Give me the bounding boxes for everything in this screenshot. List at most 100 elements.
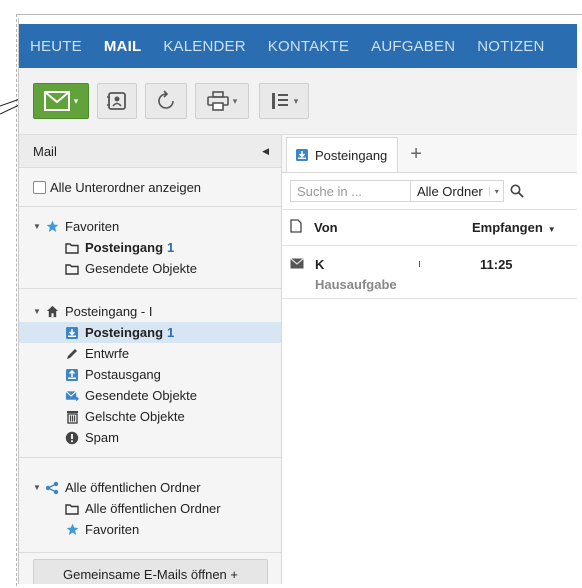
favorites-label: Favoriten <box>65 219 120 234</box>
favorite-inbox[interactable]: Posteingang 1 <box>19 237 281 258</box>
column-received-label: Empfangen <box>472 220 543 235</box>
show-subfolders-row[interactable]: Alle Unterordner anzeigen <box>19 168 281 207</box>
public-folders-label: Alle öffentlichen Ordner <box>65 480 201 495</box>
home-icon <box>45 305 59 319</box>
tab-bar: Posteingang + <box>282 135 577 173</box>
favorite-inbox-label: Posteingang <box>85 240 164 255</box>
column-from[interactable]: Von <box>314 220 472 235</box>
inbox-icon <box>65 326 79 340</box>
outbox-icon <box>65 368 79 382</box>
address-book-icon <box>107 92 126 110</box>
mailbox-section: ▼ Posteingang - I Posteingang 1 Entwrfe <box>19 289 281 458</box>
sent-mail-icon <box>65 389 79 403</box>
expand-triangle-icon[interactable]: ▼ <box>33 307 45 316</box>
nav-aufgaben[interactable]: AUFGABEN <box>360 38 466 55</box>
message-sender: K <box>315 257 325 272</box>
folder-inbox-count: 1 <box>167 325 175 340</box>
folder-spam-label: Spam <box>85 430 119 445</box>
nav-kontakte[interactable]: KONTAKTE <box>257 38 360 55</box>
folder-sent[interactable]: Gesendete Objekte <box>19 385 281 406</box>
public-favorites-label: Favoriten <box>85 522 140 537</box>
message-list-header: Von Empfangen ▼ <box>282 210 577 246</box>
expand-triangle-icon[interactable]: ▼ <box>33 222 45 231</box>
message-time: 11:25 <box>480 257 513 272</box>
message-sender-separator: ı <box>418 258 422 270</box>
top-navigation: HEUTE MAIL KALENDER KONTAKTE AUFGABEN NO… <box>19 24 577 68</box>
toolbar: ▾ ▾ ▾ <box>19 68 577 135</box>
folder-inbox[interactable]: Posteingang 1 <box>19 322 281 343</box>
refresh-button[interactable] <box>145 83 187 119</box>
public-folders-toggle[interactable]: ▼ Alle öffentlichen Ordner <box>19 477 281 498</box>
message-subject: Hausaufgabe <box>315 277 397 292</box>
folder-drafts[interactable]: Entwrfe <box>19 343 281 364</box>
mailbox-label: Posteingang - I <box>65 304 153 319</box>
search-icon[interactable] <box>510 184 524 198</box>
column-received[interactable]: Empfangen ▼ <box>472 220 556 235</box>
sidebar-header: Mail ◀ <box>19 135 281 168</box>
view-layout-dropdown-icon[interactable]: ▾ <box>294 96 299 107</box>
address-book-button[interactable] <box>97 83 137 119</box>
nav-mail[interactable]: MAIL <box>93 38 152 55</box>
folder-outbox-label: Postausgang <box>85 367 161 382</box>
nav-heute[interactable]: HEUTE <box>19 38 93 55</box>
sort-chevron-icon: ▼ <box>547 225 556 234</box>
public-folders-section: ▼ Alle öffentlichen Ordner Alle öffentli… <box>19 458 281 553</box>
mailbox-toggle[interactable]: ▼ Posteingang - I <box>19 301 281 322</box>
public-all-folders-label: Alle öffentlichen Ordner <box>85 501 221 516</box>
print-button[interactable]: ▾ <box>195 83 249 119</box>
printer-icon <box>206 91 229 111</box>
nav-notizen[interactable]: NOTIZEN <box>466 38 555 55</box>
folder-icon <box>65 262 79 276</box>
favorite-sent[interactable]: Gesendete Objekte <box>19 258 281 279</box>
open-shared-mail-button[interactable]: Gemeinsame E-Mails öffnen + <box>33 559 268 584</box>
nav-kalender[interactable]: KALENDER <box>152 38 256 55</box>
folder-inbox-label: Posteingang <box>85 325 164 340</box>
search-input[interactable]: Suche in ... <box>290 180 410 202</box>
refresh-icon <box>158 90 174 109</box>
folder-deleted-label: Gelschte Objekte <box>85 409 185 424</box>
window-frame-top <box>16 14 582 16</box>
share-icon <box>45 481 59 495</box>
folder-icon <box>65 502 79 516</box>
envelope-icon <box>43 91 70 111</box>
add-tab-button[interactable]: + <box>410 143 422 172</box>
folder-icon <box>65 241 79 255</box>
show-subfolders-label: Alle Unterordner anzeigen <box>50 179 202 195</box>
favorites-toggle[interactable]: ▼ Favoriten <box>19 216 281 237</box>
sidebar-title: Mail <box>33 143 57 159</box>
show-subfolders-checkbox[interactable] <box>33 180 46 194</box>
tab-inbox-label: Posteingang <box>315 147 388 163</box>
star-icon <box>65 523 79 537</box>
favorites-section: ▼ Favoriten Posteingang 1 Gesendete Obje… <box>19 207 281 289</box>
folder-scope-value: Alle Ordner <box>417 183 483 199</box>
folder-scope-select[interactable]: Alle Ordner ▾ <box>410 180 504 202</box>
search-bar: Suche in ... Alle Ordner ▾ <box>282 173 577 210</box>
favorite-sent-label: Gesendete Objekte <box>85 261 198 276</box>
public-all-folders[interactable]: Alle öffentlichen Ordner <box>19 498 281 519</box>
folder-deleted[interactable]: Gelschte Objekte <box>19 406 281 427</box>
folder-sidebar: Mail ◀ Alle Unterordner anzeigen ▼ Favor… <box>19 135 282 584</box>
message-list-pane: Posteingang + Suche in ... Alle Ordner ▾… <box>282 135 577 584</box>
chevron-down-icon[interactable]: ▾ <box>488 186 499 196</box>
inbox-icon <box>295 148 309 162</box>
view-layout-icon <box>271 93 288 109</box>
mail-app: HEUTE MAIL KALENDER KONTAKTE AUFGABEN NO… <box>18 18 577 584</box>
tab-inbox[interactable]: Posteingang <box>286 137 399 172</box>
select-all-icon[interactable] <box>290 219 302 236</box>
new-mail-dropdown-icon[interactable]: ▾ <box>74 96 79 107</box>
public-favorites[interactable]: Favoriten <box>19 519 281 540</box>
view-layout-button[interactable]: ▾ <box>259 83 309 119</box>
warning-icon <box>65 431 79 445</box>
expand-triangle-icon[interactable]: ▼ <box>33 483 45 492</box>
pencil-icon <box>65 347 79 361</box>
star-icon <box>45 220 59 234</box>
folder-outbox[interactable]: Postausgang <box>19 364 281 385</box>
envelope-icon <box>290 257 304 272</box>
new-mail-button[interactable]: ▾ <box>33 83 89 119</box>
folder-spam[interactable]: Spam <box>19 427 281 448</box>
collapse-sidebar-icon[interactable]: ◀ <box>262 146 269 157</box>
folder-drafts-label: Entwrfe <box>85 346 130 361</box>
message-row[interactable]: K ı 11:25 Hausaufgabe <box>282 246 577 299</box>
print-dropdown-icon[interactable]: ▾ <box>233 96 238 107</box>
folder-sent-label: Gesendete Objekte <box>85 388 198 403</box>
